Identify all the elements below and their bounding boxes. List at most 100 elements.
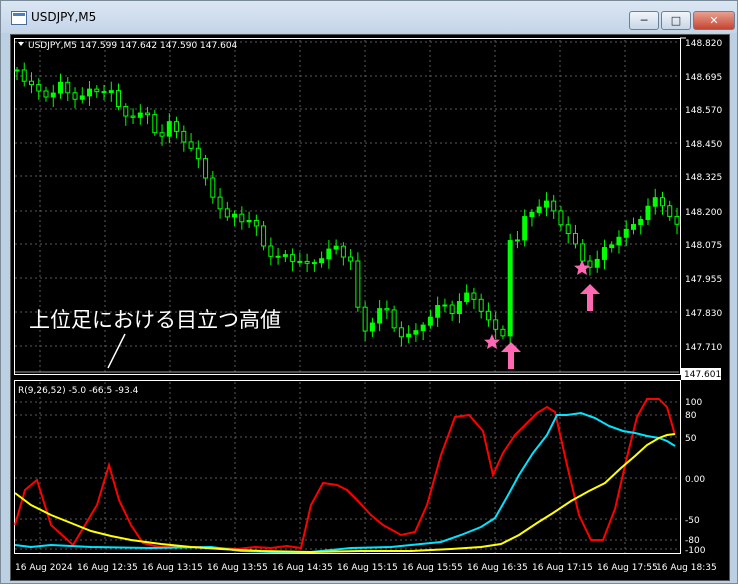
candle-body: [362, 306, 368, 332]
scale-label: -100: [685, 546, 706, 556]
candle-body: [50, 92, 56, 98]
candle-body: [239, 213, 245, 223]
candle-body: [58, 81, 64, 94]
candle-body: [456, 301, 462, 315]
candle-body: [166, 121, 172, 137]
price-label: 148.075: [685, 241, 722, 251]
chart-window-icon: [11, 11, 27, 25]
dropdown-triangle-icon[interactable]: [18, 42, 24, 46]
candle-body: [181, 130, 187, 143]
candle-body: [594, 258, 600, 268]
candle-body: [21, 69, 27, 82]
scale-label: 0.00: [685, 475, 705, 485]
candle-body: [275, 255, 281, 258]
candle-body: [435, 305, 441, 318]
candle-body: [377, 308, 383, 324]
annotation-pointer: [107, 333, 126, 369]
scale-label: 50: [685, 434, 697, 444]
scale-label: 100: [685, 398, 702, 408]
candle-body: [72, 92, 78, 100]
chart-area[interactable]: 上位足における目立つ高値 USDJPY,M5 147.599 147.642 1…: [10, 34, 730, 581]
price-label: 148.695: [685, 73, 722, 83]
candle-body: [398, 327, 404, 338]
candle-body: [282, 254, 288, 257]
price-label: 147.710: [685, 343, 722, 353]
candle-body: [203, 158, 209, 179]
candle-body: [29, 80, 35, 86]
oscillator-line-yellow: [14, 433, 676, 554]
candle-body: [427, 316, 433, 326]
candle-body: [551, 200, 557, 212]
candle-body: [652, 197, 658, 207]
candle-body: [406, 333, 412, 338]
time-label: 16 Aug 15:15: [337, 563, 398, 573]
candle-body: [108, 90, 114, 93]
candle-body: [261, 225, 267, 247]
chart-canvas[interactable]: 上位足における目立つ高値 USDJPY,M5 147.599 147.642 1…: [11, 35, 729, 580]
candle-body: [36, 84, 42, 92]
star-marker-icon: [484, 334, 500, 349]
candle-body: [79, 95, 85, 100]
candle-body: [116, 90, 122, 108]
candle-body: [659, 197, 665, 207]
scale-label: 80: [685, 411, 697, 421]
window-title: USDJPY,M5: [31, 10, 97, 24]
price-axis: 148.820 148.695 148.570 148.450 148.325 …: [681, 39, 722, 380]
symbol-header: USDJPY,M5 147.599 147.642 147.590 147.60…: [28, 41, 238, 51]
candle-body: [630, 224, 636, 230]
candle-body: [224, 208, 230, 218]
oscillator-line-red: [14, 398, 676, 551]
candle-body: [123, 106, 129, 117]
candle-body: [616, 236, 622, 246]
candle-body: [159, 132, 165, 137]
time-label: 16 Aug 14:35: [272, 563, 333, 573]
minimize-button[interactable]: ─: [629, 11, 659, 30]
candle-body: [420, 324, 426, 332]
candle-body: [14, 69, 20, 72]
candle-body: [137, 112, 143, 118]
candle-body: [478, 298, 484, 312]
time-label: 16 Aug 18:35: [656, 563, 717, 573]
candle-body: [87, 88, 93, 97]
price-label: 148.325: [685, 173, 722, 183]
candle-body: [485, 310, 491, 321]
candle-body: [290, 254, 296, 262]
candle-body: [210, 177, 216, 198]
title-bar[interactable]: USDJPY,M5 ─ □ ✕: [1, 1, 737, 33]
candle-body: [152, 114, 158, 134]
candle-body: [638, 218, 644, 226]
up-arrow-icon: [580, 284, 600, 311]
candle-body: [217, 196, 223, 210]
price-label: 148.570: [685, 106, 722, 116]
candlestick-series: [14, 62, 680, 347]
price-label: 147.830: [685, 309, 722, 319]
candle-body: [145, 112, 151, 116]
candle-body: [246, 219, 252, 223]
indicator-frame: [14, 380, 681, 554]
candle-body: [94, 88, 100, 93]
candle-body: [514, 239, 520, 242]
candle-body: [355, 260, 361, 308]
candle-body: [674, 215, 680, 225]
indicator-header: R(9,26,52) -5.0 -66.5 -93.4: [18, 386, 139, 396]
candle-body: [326, 248, 332, 260]
time-label: 16 Aug 16:35: [467, 563, 528, 573]
price-label: 147.955: [685, 275, 722, 285]
candle-body: [645, 205, 651, 220]
time-label: 16 Aug 17:55: [597, 563, 658, 573]
candle-body: [195, 147, 201, 160]
close-button[interactable]: ✕: [693, 11, 735, 30]
candle-body: [667, 205, 673, 217]
candle-body: [601, 247, 607, 260]
candle-body: [442, 304, 448, 307]
candle-body: [500, 328, 506, 337]
scale-label: -50: [685, 516, 700, 526]
candle-body: [580, 243, 586, 262]
maximize-button[interactable]: □: [661, 11, 691, 30]
candle-body: [565, 224, 571, 235]
candle-body: [384, 308, 390, 311]
candle-body: [493, 319, 499, 330]
annotation-text: 上位足における目立つ高値: [29, 308, 281, 332]
candle-body: [529, 211, 535, 218]
indicator-grid: [15, 382, 679, 553]
